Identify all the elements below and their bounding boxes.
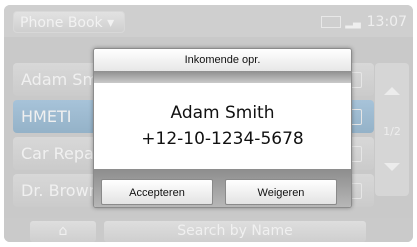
contact-name: HMETI	[21, 107, 72, 126]
contact-name: Dr. Brown	[21, 181, 99, 200]
scroll-panel: 1/2	[375, 63, 409, 196]
decline-button[interactable]: Weigeren	[225, 179, 337, 205]
dialog-header-gradient	[94, 71, 351, 83]
dialog-title: Inkomende opr.	[94, 49, 351, 71]
bottom-bar: ⌂ Search by Name	[4, 218, 413, 242]
status-area: ▂▄ 13:07	[321, 14, 407, 30]
caller-name: Adam Smith	[170, 103, 275, 123]
screen: Phone Book ▾ ▂▄ 13:07 Adam Smith HMETI Ca…	[4, 5, 413, 242]
caller-number: +12-10-1234-5678	[141, 129, 304, 149]
page-indicator: 1/2	[383, 125, 401, 138]
search-by-name-button[interactable]: Search by Name	[104, 221, 366, 242]
battery-icon	[321, 16, 342, 28]
dialog-body	[94, 83, 351, 169]
phonebook-dropdown[interactable]: Phone Book ▾	[13, 11, 125, 33]
scroll-down-icon[interactable]	[384, 163, 400, 171]
home-button[interactable]: ⌂	[30, 221, 96, 242]
incoming-call-dialog: Inkomende opr. Adam Smith +12-10-1234-56…	[93, 48, 352, 208]
clock: 13:07	[366, 14, 407, 30]
signal-icon: ▂▄	[345, 18, 361, 29]
accept-button[interactable]: Accepteren	[101, 179, 213, 205]
top-bar: Phone Book ▾ ▂▄ 13:07	[4, 5, 413, 37]
scroll-up-icon[interactable]	[384, 87, 400, 95]
home-icon: ⌂	[58, 223, 68, 239]
